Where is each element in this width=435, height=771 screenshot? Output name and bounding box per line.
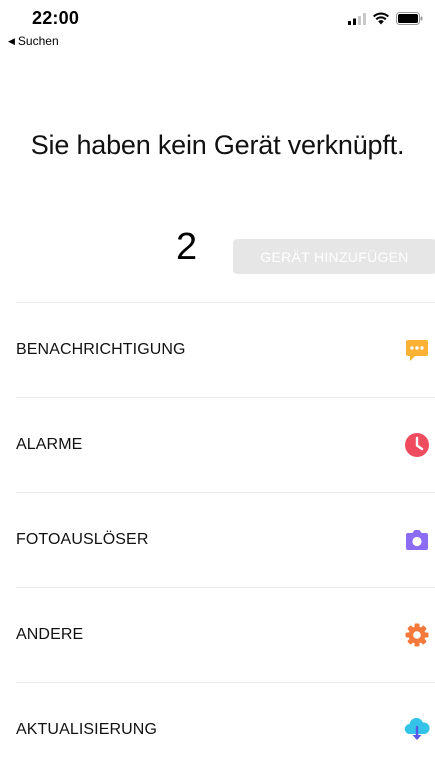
status-time: 22:00 bbox=[32, 8, 80, 28]
cellular-signal-icon bbox=[348, 12, 366, 25]
menu-item-notifications[interactable]: BENACHRICHTIGUNG bbox=[16, 302, 435, 397]
settings-menu: BENACHRICHTIGUNG ALARME FOTOAUSLÖSER AND… bbox=[16, 302, 435, 771]
wifi-icon bbox=[373, 12, 389, 25]
back-to-search-link[interactable]: ◀ Suchen bbox=[8, 34, 59, 48]
device-count: 2 bbox=[176, 226, 198, 268]
page: 22:00 ◀ Suchen Sie haben kein Gerät verk… bbox=[0, 0, 435, 771]
clock-icon bbox=[403, 431, 431, 459]
menu-item-label: FOTOAUSLÖSER bbox=[16, 531, 149, 548]
status-bar: 22:00 ◀ Suchen bbox=[0, 0, 435, 52]
back-link-label: Suchen bbox=[17, 34, 59, 48]
back-arrow-icon: ◀ bbox=[8, 36, 15, 46]
cloud-download-icon bbox=[403, 716, 431, 744]
menu-item-label: BENACHRICHTIGUNG bbox=[16, 341, 186, 358]
menu-item-label: ANDERE bbox=[16, 626, 84, 643]
battery-icon bbox=[396, 12, 423, 25]
gear-icon bbox=[403, 621, 431, 649]
add-device-button[interactable]: GERÄT HINZUFÜGEN bbox=[233, 239, 435, 274]
page-title: Sie haben kein Gerät verknüpft. bbox=[30, 130, 405, 160]
menu-item-label: AKTUALISIERUNG bbox=[16, 721, 157, 738]
menu-item-other[interactable]: ANDERE bbox=[16, 587, 435, 682]
menu-item-alarms[interactable]: ALARME bbox=[16, 397, 435, 492]
chat-bubble-icon bbox=[403, 336, 431, 364]
status-icons bbox=[348, 12, 423, 25]
menu-item-update[interactable]: AKTUALISIERUNG bbox=[16, 682, 435, 771]
menu-item-label: ALARME bbox=[16, 436, 83, 453]
menu-item-photo-trigger[interactable]: FOTOAUSLÖSER bbox=[16, 492, 435, 587]
camera-icon bbox=[403, 526, 431, 554]
